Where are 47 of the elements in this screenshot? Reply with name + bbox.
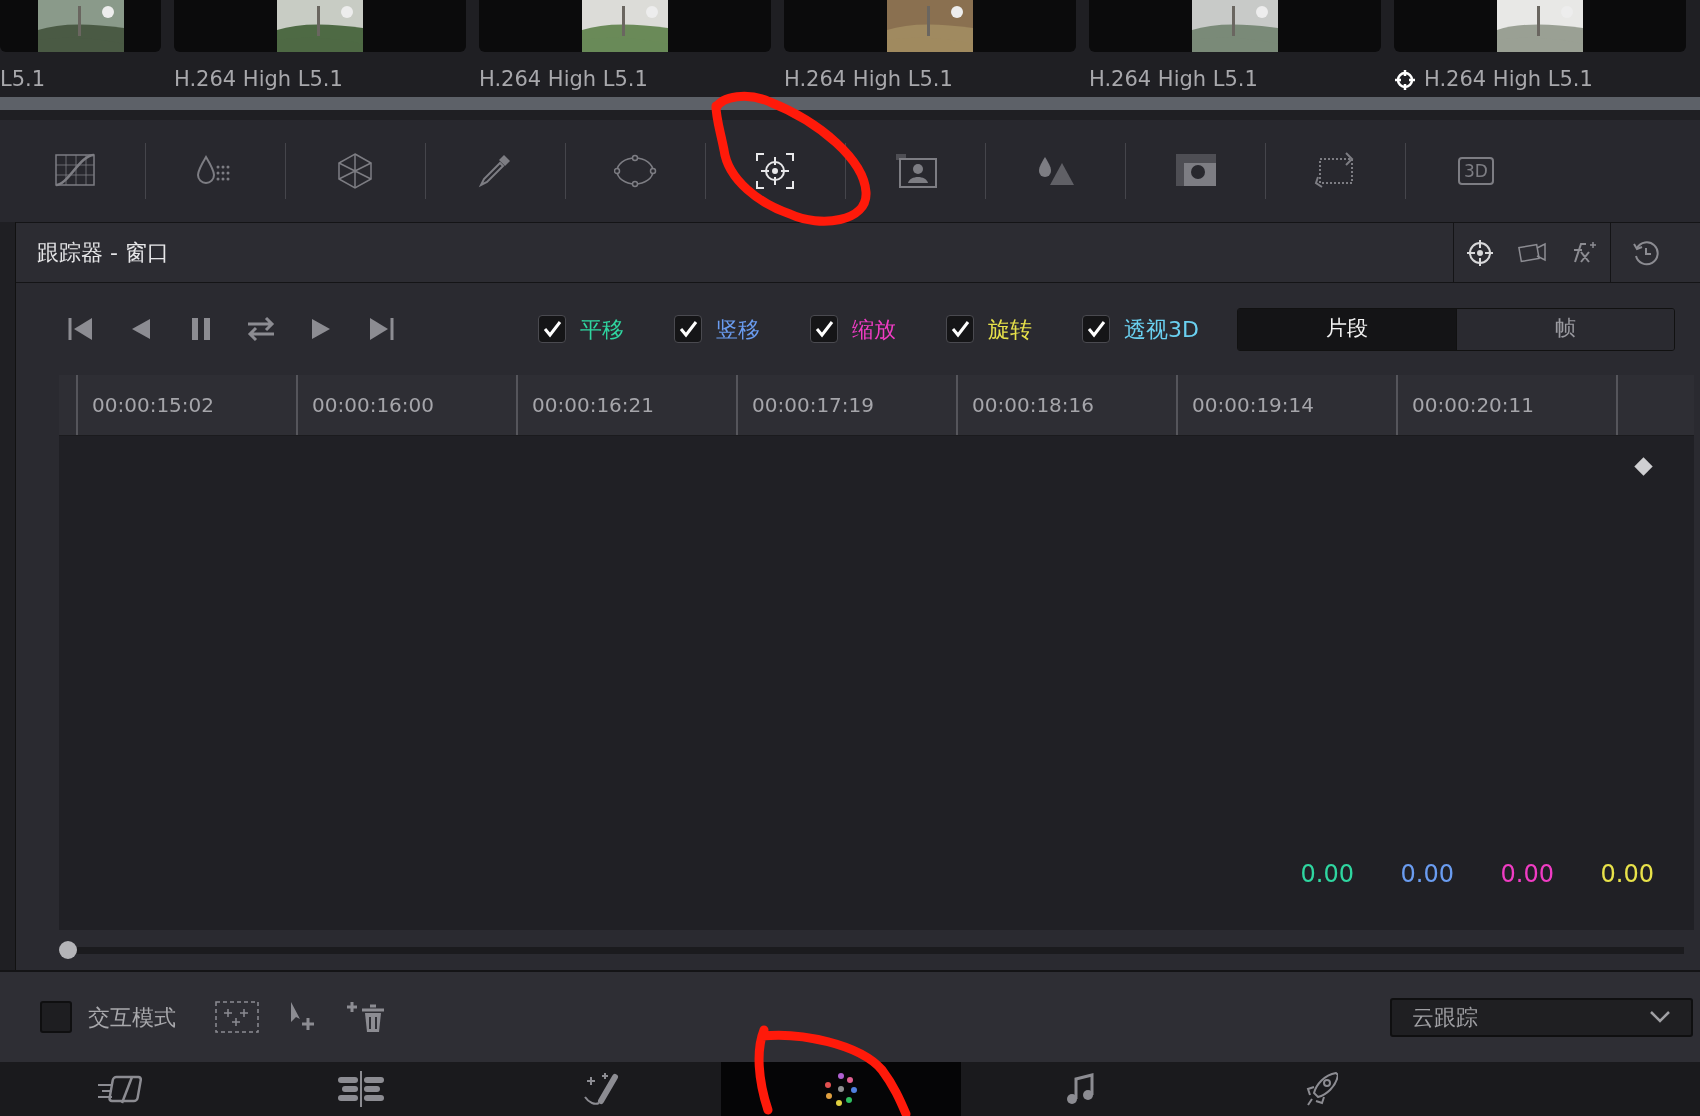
person-frame-icon bbox=[893, 151, 938, 191]
clip-label: H.264 High L5.1 bbox=[479, 66, 648, 93]
scroll-handle[interactable] bbox=[59, 941, 77, 959]
add-points-button[interactable] bbox=[214, 1000, 260, 1034]
value-readout: 0.00 bbox=[1499, 859, 1554, 890]
value-readout: 0.00 bbox=[1399, 859, 1454, 890]
clip-label: H.264 High L5.1 bbox=[1424, 66, 1593, 93]
clip-label: L5.1 bbox=[0, 66, 46, 93]
value-readout: 0.00 bbox=[1299, 859, 1354, 890]
splitter-bar[interactable] bbox=[0, 97, 1700, 120]
checkmark-icon bbox=[950, 319, 970, 339]
magic-wand-icon bbox=[581, 1071, 621, 1107]
checkmark-icon bbox=[814, 319, 834, 339]
option-label: 竖移 bbox=[716, 315, 760, 344]
checkmark-icon bbox=[678, 319, 698, 339]
edit-page-icon bbox=[336, 1071, 386, 1107]
panel-title: 跟踪器 - 窗口 bbox=[36, 239, 170, 267]
checkbox[interactable] bbox=[538, 315, 566, 343]
clip-label: H.264 High L5.1 bbox=[174, 66, 343, 93]
checkbox[interactable] bbox=[946, 315, 974, 343]
stereo-3d-tool-button[interactable]: 3D bbox=[1458, 157, 1494, 185]
checkmark-icon bbox=[542, 319, 562, 339]
crosshair-icon bbox=[1465, 237, 1495, 268]
option-label: 平移 bbox=[580, 315, 624, 344]
option-label: 缩放 bbox=[852, 315, 896, 344]
checkbox[interactable] bbox=[40, 1001, 72, 1033]
clip-label: H.264 High L5.1 bbox=[1089, 66, 1258, 93]
checkmark-icon bbox=[1086, 319, 1106, 339]
chevron-down-icon bbox=[1649, 1010, 1671, 1024]
option-label: 旋转 bbox=[988, 315, 1032, 344]
value-readout: 0.00 bbox=[1599, 859, 1654, 890]
mode-tab[interactable]: 帧 bbox=[1455, 308, 1674, 350]
tracker-type-dropdown[interactable]: 云跟踪 bbox=[1390, 997, 1693, 1037]
add-points-icon bbox=[214, 1000, 260, 1034]
mode-tab[interactable]: 片段 bbox=[1238, 308, 1456, 350]
checkbox[interactable] bbox=[674, 315, 702, 343]
magicmask-tool-button[interactable] bbox=[893, 151, 938, 191]
color-page-button[interactable] bbox=[721, 1062, 961, 1116]
swap-arrows-icon bbox=[246, 314, 276, 344]
checkbox[interactable] bbox=[1082, 315, 1110, 343]
color-dots-icon bbox=[823, 1071, 859, 1107]
clip-label: H.264 High L5.1 bbox=[784, 66, 953, 93]
checkbox-label: 交互模式 bbox=[88, 1003, 176, 1032]
checkbox[interactable] bbox=[810, 315, 838, 343]
music-note-icon bbox=[1066, 1073, 1096, 1105]
rocket-icon bbox=[1304, 1071, 1338, 1107]
option-label: 透视3D bbox=[1124, 315, 1199, 344]
